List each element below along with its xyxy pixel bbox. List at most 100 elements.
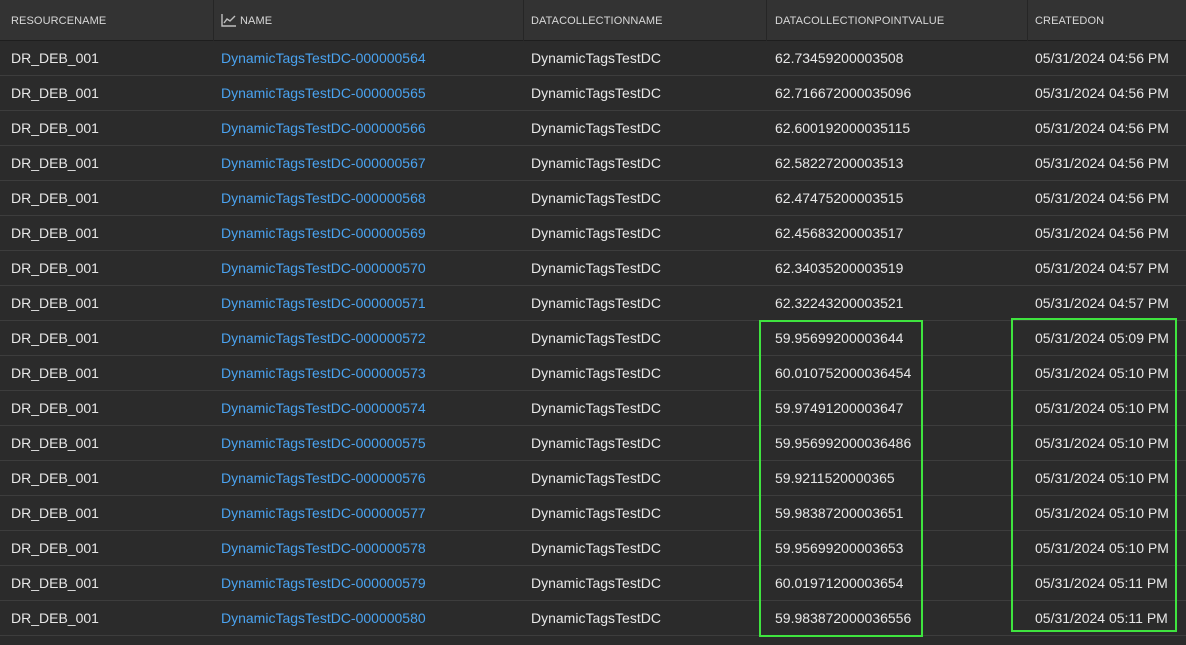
cell-datacollectionname: DynamicTagsTestDC [531, 610, 661, 626]
cell-createdon: 05/31/2024 05:10 PM [1035, 365, 1169, 381]
table-row[interactable]: DR_DEB_001 DynamicTagsTestDC-000000564 Dyn… [0, 41, 1186, 76]
cell-createdon: 05/31/2024 04:56 PM [1035, 120, 1169, 136]
cell-createdon: 05/31/2024 05:10 PM [1035, 435, 1169, 451]
cell-resourcename: DR_DEB_001 [11, 155, 99, 171]
column-resize-handle[interactable] [766, 0, 767, 41]
cell-createdon: 05/31/2024 05:10 PM [1035, 470, 1169, 486]
cell-datacollectionpointvalue: 60.01971200003654 [775, 575, 904, 591]
table-row[interactable]: DR_DEB_001 DynamicTagsTestDC-000000574 Dyn… [0, 391, 1186, 426]
table-row[interactable]: DR_DEB_001 DynamicTagsTestDC-000000568 Dyn… [0, 181, 1186, 216]
table-row[interactable]: DR_DEB_001 DynamicTagsTestDC-000000565 Dyn… [0, 76, 1186, 111]
cell-name-link[interactable]: DynamicTagsTestDC-000000565 [221, 76, 426, 111]
cell-name-link[interactable]: DynamicTagsTestDC-000000578 [221, 531, 426, 566]
cell-name-link[interactable]: DynamicTagsTestDC-000000570 [221, 251, 426, 286]
cell-resourcename: DR_DEB_001 [11, 435, 99, 451]
cell-datacollectionpointvalue: 62.73459200003508 [775, 50, 904, 66]
column-header-name[interactable]: NAME [221, 0, 272, 41]
cell-datacollectionname: DynamicTagsTestDC [531, 155, 661, 171]
cell-datacollectionpointvalue: 59.9211520000365 [775, 470, 895, 486]
table-row[interactable]: DR_DEB_001 DynamicTagsTestDC-000000570 Dyn… [0, 251, 1186, 286]
cell-name-link[interactable]: DynamicTagsTestDC-000000572 [221, 321, 426, 356]
cell-name-link[interactable]: DynamicTagsTestDC-000000580 [221, 601, 426, 636]
table-row[interactable]: DR_DEB_001 DynamicTagsTestDC-000000573 Dyn… [0, 356, 1186, 391]
cell-name-link[interactable]: DynamicTagsTestDC-000000567 [221, 146, 426, 181]
cell-createdon: 05/31/2024 04:56 PM [1035, 225, 1169, 241]
cell-name-link[interactable]: DynamicTagsTestDC-000000569 [221, 216, 426, 251]
table-row[interactable]: DR_DEB_001 DynamicTagsTestDC-000000578 Dyn… [0, 531, 1186, 566]
cell-datacollectionname: DynamicTagsTestDC [531, 435, 661, 451]
cell-datacollectionname: DynamicTagsTestDC [531, 470, 661, 486]
cell-datacollectionpointvalue: 59.95699200003653 [775, 540, 904, 556]
cell-createdon: 05/31/2024 05:09 PM [1035, 330, 1169, 346]
table-row[interactable]: DR_DEB_001 DynamicTagsTestDC-000000577 Dyn… [0, 496, 1186, 531]
cell-resourcename: DR_DEB_001 [11, 295, 99, 311]
cell-resourcename: DR_DEB_001 [11, 610, 99, 626]
table-row[interactable]: DR_DEB_001 DynamicTagsTestDC-000000575 Dyn… [0, 426, 1186, 461]
grid-body: DR_DEB_001 DynamicTagsTestDC-000000564 Dyn… [0, 41, 1186, 636]
cell-createdon: 05/31/2024 04:57 PM [1035, 260, 1169, 276]
cell-datacollectionpointvalue: 59.983872000036556 [775, 610, 912, 626]
cell-name-link[interactable]: DynamicTagsTestDC-000000577 [221, 496, 426, 531]
cell-name-link[interactable]: DynamicTagsTestDC-000000574 [221, 391, 426, 426]
table-row[interactable]: DR_DEB_001 DynamicTagsTestDC-000000566 Dyn… [0, 111, 1186, 146]
cell-resourcename: DR_DEB_001 [11, 85, 99, 101]
cell-name-link[interactable]: DynamicTagsTestDC-000000573 [221, 356, 426, 391]
cell-name-link[interactable]: DynamicTagsTestDC-000000564 [221, 41, 426, 76]
cell-createdon: 05/31/2024 05:10 PM [1035, 505, 1169, 521]
cell-resourcename: DR_DEB_001 [11, 50, 99, 66]
cell-datacollectionname: DynamicTagsTestDC [531, 260, 661, 276]
cell-datacollectionpointvalue: 60.010752000036454 [775, 365, 912, 381]
cell-resourcename: DR_DEB_001 [11, 330, 99, 346]
cell-name-link[interactable]: DynamicTagsTestDC-000000568 [221, 181, 426, 216]
cell-datacollectionpointvalue: 62.716672000035096 [775, 85, 912, 101]
cell-datacollectionname: DynamicTagsTestDC [531, 365, 661, 381]
cell-resourcename: DR_DEB_001 [11, 470, 99, 486]
table-row[interactable]: DR_DEB_001 DynamicTagsTestDC-000000567 Dyn… [0, 146, 1186, 181]
cell-createdon: 05/31/2024 05:11 PM [1035, 610, 1168, 626]
cell-datacollectionpointvalue: 59.95699200003644 [775, 330, 904, 346]
cell-name-link[interactable]: DynamicTagsTestDC-000000571 [221, 286, 426, 321]
cell-datacollectionpointvalue: 62.34035200003519 [775, 260, 904, 276]
table-row[interactable]: DR_DEB_001 DynamicTagsTestDC-000000579 Dyn… [0, 566, 1186, 601]
table-row[interactable]: DR_DEB_001 DynamicTagsTestDC-000000576 Dyn… [0, 461, 1186, 496]
cell-datacollectionpointvalue: 62.58227200003513 [775, 155, 904, 171]
cell-datacollectionpointvalue: 62.600192000035115 [775, 120, 911, 136]
cell-createdon: 05/31/2024 04:56 PM [1035, 190, 1169, 206]
grid-header: RESOURCENAME NAME DATACOLLECTIONNAME DAT… [0, 0, 1186, 41]
column-resize-handle[interactable] [213, 0, 214, 41]
cell-datacollectionpointvalue: 62.47475200003515 [775, 190, 904, 206]
line-chart-icon [221, 13, 236, 27]
cell-resourcename: DR_DEB_001 [11, 400, 99, 416]
table-row[interactable]: DR_DEB_001 DynamicTagsTestDC-000000569 Dyn… [0, 216, 1186, 251]
table-row[interactable]: DR_DEB_001 DynamicTagsTestDC-000000571 Dyn… [0, 286, 1186, 321]
cell-createdon: 05/31/2024 05:11 PM [1035, 575, 1168, 591]
cell-datacollectionname: DynamicTagsTestDC [531, 505, 661, 521]
cell-createdon: 05/31/2024 04:56 PM [1035, 50, 1169, 66]
cell-datacollectionpointvalue: 59.956992000036486 [775, 435, 912, 451]
column-header-resourcename[interactable]: RESOURCENAME [11, 0, 106, 41]
cell-resourcename: DR_DEB_001 [11, 505, 99, 521]
column-header-createdon[interactable]: CREATEDON [1035, 0, 1104, 41]
table-row[interactable]: DR_DEB_001 DynamicTagsTestDC-000000572 Dyn… [0, 321, 1186, 356]
cell-name-link[interactable]: DynamicTagsTestDC-000000566 [221, 111, 426, 146]
cell-createdon: 05/31/2024 04:56 PM [1035, 155, 1169, 171]
cell-resourcename: DR_DEB_001 [11, 260, 99, 276]
cell-datacollectionname: DynamicTagsTestDC [531, 575, 661, 591]
cell-createdon: 05/31/2024 04:56 PM [1035, 85, 1169, 101]
cell-datacollectionname: DynamicTagsTestDC [531, 120, 661, 136]
cell-resourcename: DR_DEB_001 [11, 225, 99, 241]
cell-name-link[interactable]: DynamicTagsTestDC-000000579 [221, 566, 426, 601]
cell-datacollectionname: DynamicTagsTestDC [531, 295, 661, 311]
table-row[interactable]: DR_DEB_001 DynamicTagsTestDC-000000580 Dyn… [0, 601, 1186, 636]
cell-resourcename: DR_DEB_001 [11, 575, 99, 591]
cell-resourcename: DR_DEB_001 [11, 540, 99, 556]
column-resize-handle[interactable] [1027, 0, 1028, 41]
column-resize-handle[interactable] [523, 0, 524, 41]
cell-datacollectionpointvalue: 62.32243200003521 [775, 295, 904, 311]
data-grid: RESOURCENAME NAME DATACOLLECTIONNAME DAT… [0, 0, 1186, 636]
cell-resourcename: DR_DEB_001 [11, 190, 99, 206]
column-header-datacollectionname[interactable]: DATACOLLECTIONNAME [531, 0, 663, 41]
column-header-datacollectionpointvalue[interactable]: DATACOLLECTIONPOINTVALUE [775, 0, 944, 41]
cell-name-link[interactable]: DynamicTagsTestDC-000000576 [221, 461, 426, 496]
cell-name-link[interactable]: DynamicTagsTestDC-000000575 [221, 426, 426, 461]
